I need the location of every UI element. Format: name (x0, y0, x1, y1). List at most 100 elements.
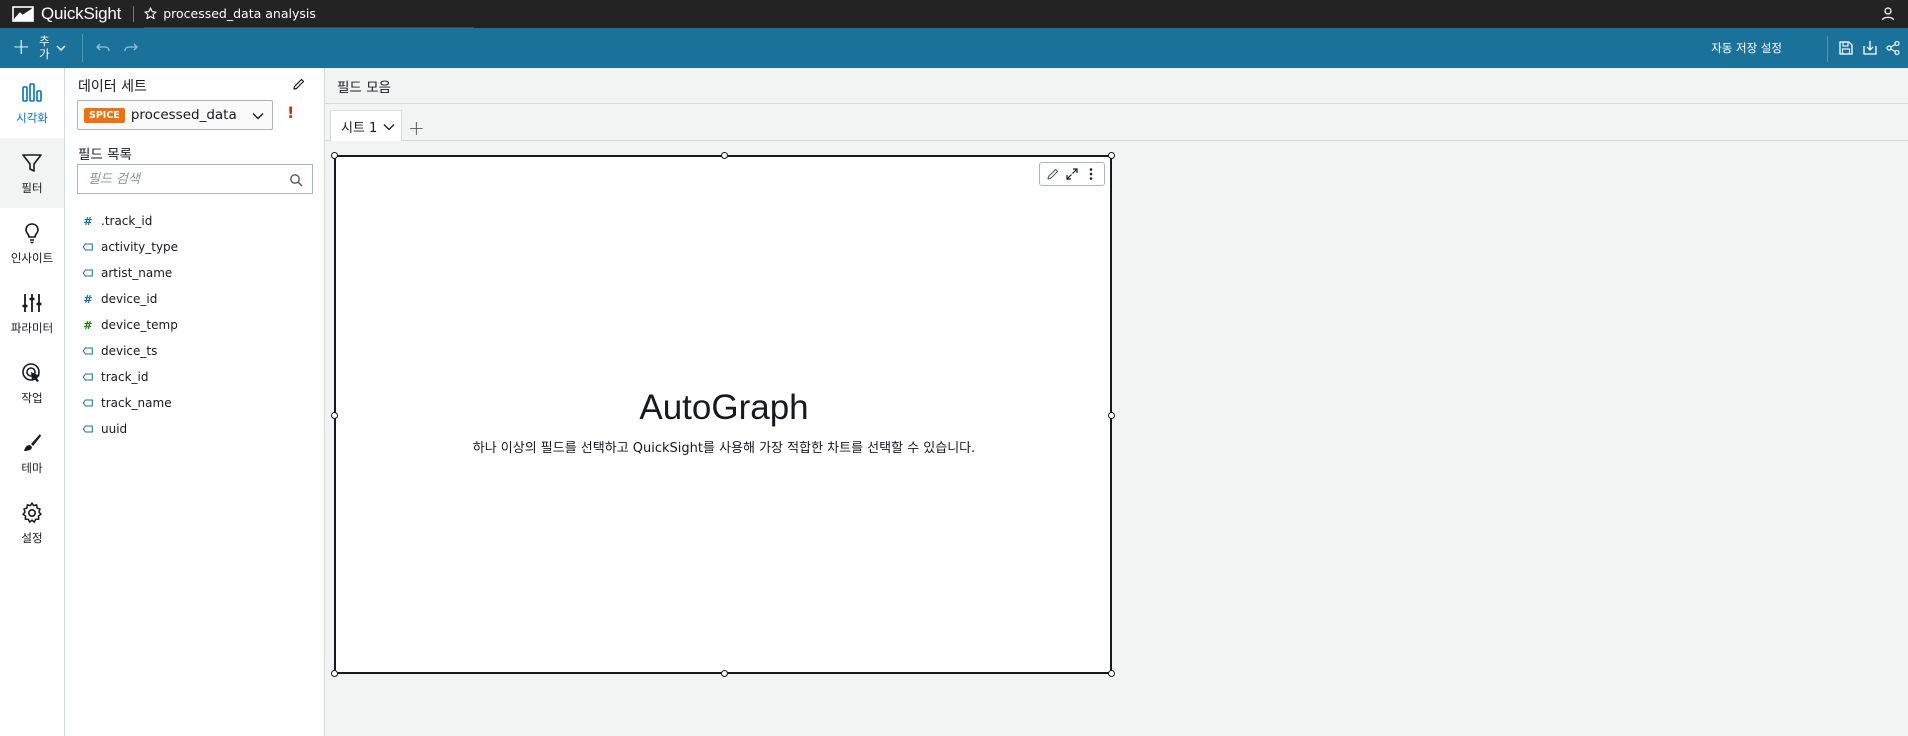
field-search-input[interactable] (88, 171, 288, 187)
rail-item-label: 테마 (21, 460, 43, 475)
save-icon[interactable] (1838, 40, 1854, 56)
spice-badge: SPICE (84, 107, 125, 123)
rail-item-parameters[interactable]: 파라미터 (0, 278, 64, 348)
string-tag-icon (81, 370, 95, 384)
data-panel: 데이터 세트 SPICE processed_data ! 필드 목록 # .t… (65, 68, 325, 736)
autograph-visual[interactable]: AutoGraph 하나 이상의 필드를 선택하고 QuickSight를 사용… (331, 152, 1115, 677)
brand-name: QuickSight (41, 4, 122, 23)
autosave-settings-button[interactable]: 자동 저장 설정 (1711, 40, 1782, 56)
field-list-title: 필드 목록 (78, 147, 132, 163)
star-icon[interactable] (144, 7, 157, 20)
chevron-down-icon (252, 113, 264, 120)
rail-item-settings[interactable]: 설정 (0, 488, 64, 558)
dataset-section-title: 데이터 세트 (78, 79, 147, 95)
string-tag-icon (81, 266, 95, 280)
field-name: uuid (101, 422, 128, 436)
rail-item-label: 필터 (21, 180, 43, 195)
string-tag-icon (81, 344, 95, 358)
rail-item-insights[interactable]: 인사이트 (0, 208, 64, 278)
field-item[interactable]: activity_type (65, 234, 324, 260)
top-bar: QuickSight processed_data analysis (0, 0, 1908, 28)
expand-icon[interactable] (1065, 167, 1079, 181)
plus-icon: + (12, 35, 31, 60)
rail-item-label: 파라미터 (10, 320, 54, 335)
field-item[interactable]: device_ts (65, 338, 324, 364)
analysis-title-text: processed_data analysis (163, 6, 316, 21)
add-button-label: 추가 (39, 34, 50, 61)
field-item[interactable]: # .track_id (65, 208, 324, 234)
field-item[interactable]: track_name (65, 390, 324, 416)
resize-handle[interactable] (1108, 152, 1115, 159)
add-button[interactable]: + 추가 (0, 28, 66, 68)
pencil-icon[interactable] (1046, 167, 1060, 181)
field-item[interactable]: uuid (65, 416, 324, 442)
rail-item-label: 시각화 (16, 110, 48, 125)
lightbulb-icon (25, 222, 39, 243)
field-item[interactable]: artist_name (65, 260, 324, 286)
chevron-down-icon[interactable] (383, 121, 395, 133)
rail-item-themes[interactable]: 테마 (0, 418, 64, 488)
analysis-toolbar: + 추가 자동 저장 설정 (0, 28, 1908, 68)
string-tag-icon (81, 422, 95, 436)
dataset-name: processed_data (130, 107, 237, 123)
search-icon (290, 174, 303, 187)
field-wells-label: 필드 모음 (337, 79, 391, 96)
rail-item-actions[interactable]: 작업 (0, 348, 64, 418)
analysis-title[interactable]: processed_data analysis (144, 0, 475, 28)
rail-item-label: 작업 (21, 390, 43, 405)
hash-icon: # (83, 214, 93, 228)
quicksight-logo-icon (12, 6, 34, 22)
export-icon[interactable] (1862, 40, 1878, 56)
filter-icon (22, 153, 42, 172)
field-name: track_id (101, 370, 149, 384)
left-nav-rail: 시각화 필터 인사이트 파라미터 작업 테마 설정 (0, 68, 65, 736)
redo-icon[interactable] (123, 40, 139, 56)
add-sheet-button[interactable]: + (408, 116, 425, 140)
bar-chart-icon (22, 82, 42, 102)
rail-item-label: 인사이트 (10, 250, 54, 265)
resize-handle[interactable] (1108, 670, 1115, 677)
visual-subtitle: 하나 이상의 필드를 선택하고 QuickSight를 사용해 가장 적합한 차… (472, 441, 976, 456)
string-tag-icon (81, 396, 95, 410)
field-item[interactable]: # device_temp (65, 312, 324, 338)
field-name: .track_id (101, 214, 153, 228)
rail-item-filter[interactable]: 필터 (0, 138, 64, 208)
cursor-click-icon (22, 362, 40, 382)
sheet-tabs: 시트 1 + (325, 105, 1908, 141)
hash-icon: # (83, 318, 93, 332)
field-item[interactable]: track_id (65, 364, 324, 390)
resize-handle[interactable] (721, 670, 728, 677)
pencil-icon[interactable] (292, 77, 306, 91)
field-wells[interactable]: 필드 모음 (325, 68, 1908, 104)
user-icon[interactable] (1880, 6, 1896, 22)
field-name: artist_name (101, 266, 173, 280)
field-name: track_name (101, 396, 172, 410)
divider (133, 6, 135, 22)
warning-icon[interactable]: ! (287, 103, 294, 122)
quicksight-logo[interactable]: QuickSight (0, 0, 121, 28)
sliders-icon (22, 293, 42, 312)
gear-icon (22, 501, 42, 523)
brush-icon (24, 433, 41, 451)
resize-handle[interactable] (721, 152, 728, 159)
visual-menu (1039, 162, 1105, 186)
share-icon[interactable] (1885, 40, 1901, 56)
undo-icon[interactable] (95, 40, 111, 56)
dataset-selector[interactable]: SPICE processed_data (77, 100, 273, 130)
resize-handle[interactable] (331, 670, 338, 677)
sheet-tab-label: 시트 1 (341, 120, 378, 136)
field-item[interactable]: # device_id (65, 286, 324, 312)
main-canvas: 필드 모음 시트 1 + AutoGraph 하나 이상의 필드를 선택하고 Q… (325, 68, 1908, 736)
rail-item-visualize[interactable]: 시각화 (0, 68, 64, 138)
more-options-icon[interactable] (1084, 167, 1098, 181)
tab-sheet-1[interactable]: 시트 1 (330, 110, 402, 141)
resize-handle[interactable] (331, 152, 338, 159)
string-tag-icon (81, 240, 95, 254)
chevron-down-icon (56, 45, 66, 51)
hash-icon: # (83, 292, 93, 306)
divider (1827, 36, 1828, 62)
field-search[interactable] (77, 164, 313, 194)
divider (82, 34, 84, 62)
field-name: activity_type (101, 240, 179, 254)
field-name: device_temp (101, 318, 178, 332)
